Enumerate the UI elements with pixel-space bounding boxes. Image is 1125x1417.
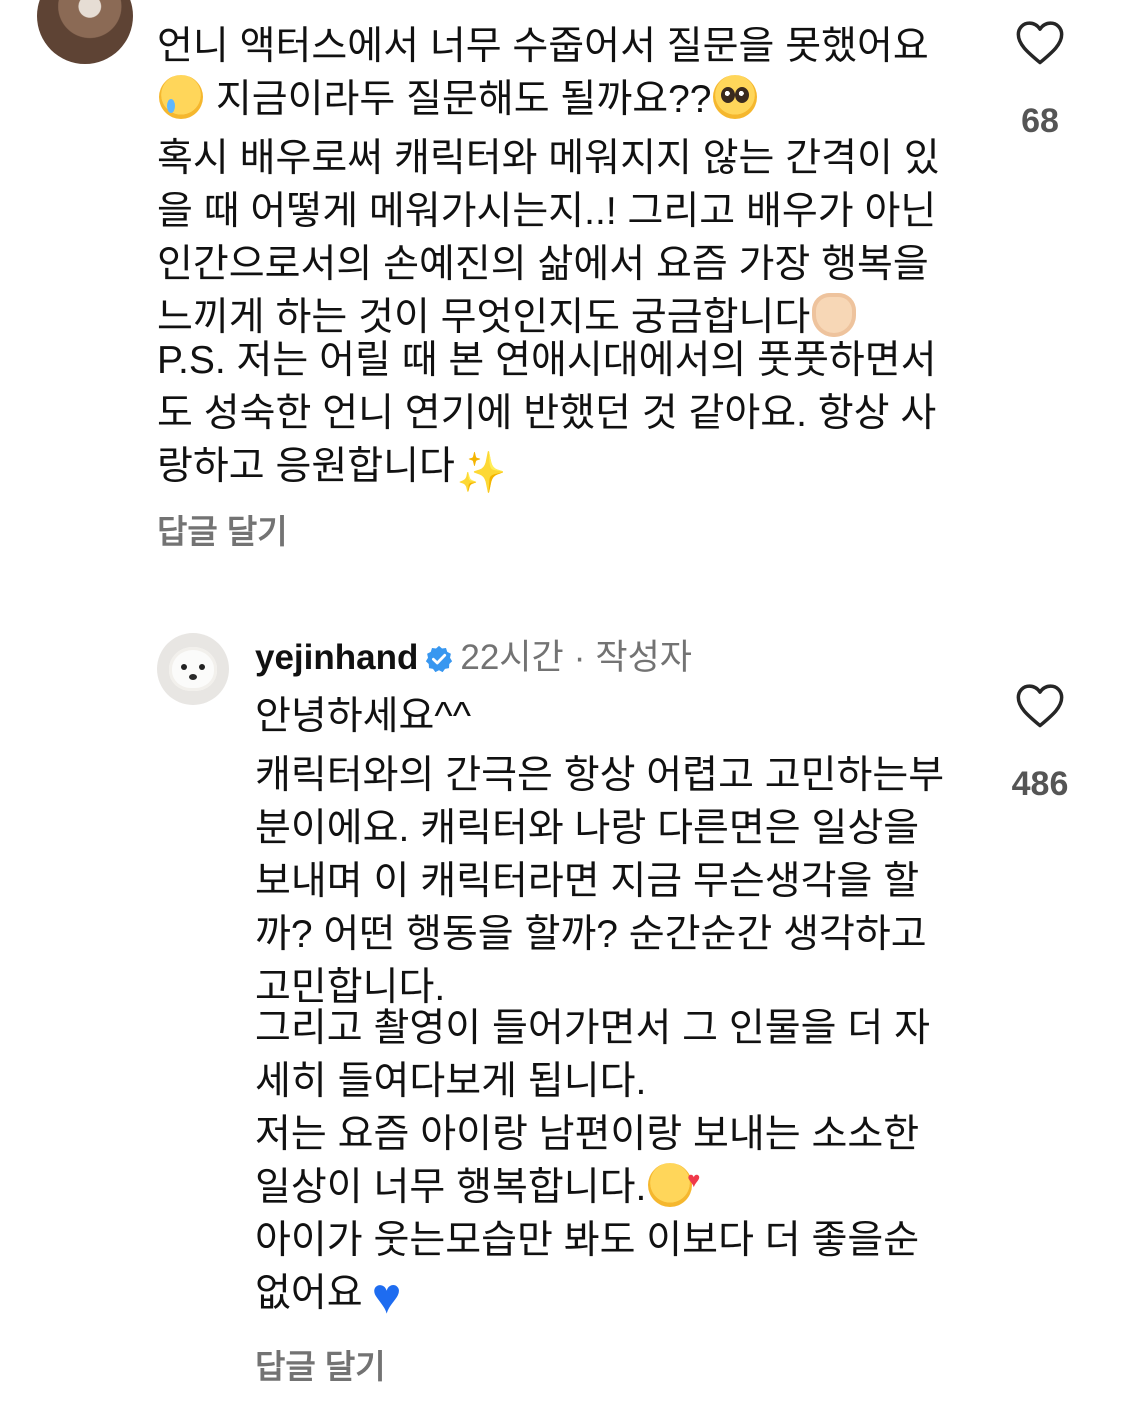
author-badge: 작성자 <box>595 638 692 677</box>
reply-text: 저는 요즘 아이랑 남편이랑 보내는 소소한 일상이 너무 행복합니다. 아이가… <box>255 1108 920 1324</box>
like-count: 68 <box>1021 102 1059 140</box>
comment-line: 도 성숙한 언니 연기에 반했던 것 같아요. 항상 사 <box>157 392 937 435</box>
separator: · <box>573 638 586 677</box>
comment-line: 을 때 어떻게 메워가시는지..! 그리고 배우가 아닌 <box>157 190 937 233</box>
reply-text: 캐릭터와의 간극은 항상 어렵고 고민하는부 분이에요. 캐릭터와 나랑 다른면… <box>255 749 944 1014</box>
comment-line: 언니 액터스에서 너무 수줍어서 질문을 못했어요 <box>157 25 929 68</box>
reply-line: 저는 요즘 아이랑 남편이랑 보내는 소소한 <box>255 1113 920 1156</box>
timestamp: 22시간 <box>460 638 564 677</box>
crying-face-emoji-icon <box>159 75 203 119</box>
reply-text: 안녕하세요^^ <box>255 690 471 743</box>
heart-icon[interactable] <box>1014 18 1066 66</box>
dog-avatar-icon <box>169 647 217 691</box>
pleading-face-emoji-icon <box>713 75 758 119</box>
eye-icon <box>199 664 205 670</box>
reply-meta: yejinhand 22시간 · 작성자 <box>255 636 692 680</box>
comment-line-with-emoji: 지금이라두 질문해도 될까요?? <box>157 73 929 126</box>
comment-text: P.S. 저는 어릴 때 본 연애시대에서의 풋풋하면서 도 성숙한 언니 연기… <box>157 334 937 495</box>
like-group: 68 <box>1010 18 1070 141</box>
reply-line: 아이가 웃는모습만 봐도 이보다 더 좋을순 <box>255 1219 920 1262</box>
reply-line: 캐릭터와의 간극은 항상 어렵고 고민하는부 <box>255 754 945 797</box>
reply-line: 보내며 이 캐릭터라면 지금 무슨생각을 할 <box>255 860 920 903</box>
eye-icon <box>181 664 187 670</box>
reply-line: 분이에요. 캐릭터와 나랑 다른면은 일상을 <box>255 807 920 850</box>
reply-line: 까? 어떤 행동을 할까? 순간순간 생각하고 <box>255 913 927 956</box>
comment-line: 지금이라두 질문해도 될까요?? <box>215 78 712 121</box>
sparkles-emoji-icon: ✨ <box>456 451 507 495</box>
comment-line: 인간으로서의 손예진의 삶에서 요즘 가장 행복을 <box>157 243 929 286</box>
comment-line: P.S. 저는 어릴 때 본 연애시대에서의 풋풋하면서 <box>157 339 937 382</box>
reply-line-with-emoji: 일상이 너무 행복합니다. <box>255 1153 919 1214</box>
comment-line: 혹시 배우로써 캐릭터와 메워지지 않는 간격이 있 <box>157 137 940 180</box>
like-group: 486 <box>1010 681 1070 804</box>
comment-text: 혹시 배우로써 캐릭터와 메워지지 않는 간격이 있 을 때 어떻게 메워가시는… <box>157 132 940 344</box>
username-link[interactable]: yejinhand <box>255 638 418 677</box>
comment-line: 랑하고 응원합니다 <box>157 445 455 488</box>
comment-line-with-emoji: 랑하고 응원합니다✨ <box>157 440 937 495</box>
reply-line: 일상이 너무 행복합니다. <box>255 1166 647 1209</box>
avatar[interactable] <box>37 0 133 64</box>
comment-line: 느끼게 하는 것이 무엇인지도 궁금합니다 <box>157 296 811 339</box>
reply-line: 없어요 <box>255 1272 363 1315</box>
reply-line: 그리고 촬영이 들어가면서 그 인물을 더 자 <box>255 1007 930 1050</box>
verified-badge-icon <box>426 645 453 673</box>
like-count: 486 <box>1011 765 1069 803</box>
blue-heart-emoji-icon: ♥ <box>371 1268 402 1324</box>
comment-text: 언니 액터스에서 너무 수줍어서 질문을 못했어요 지금이라두 질문해도 될까요… <box>157 20 929 126</box>
avatar[interactable] <box>157 633 229 705</box>
reply-line: 안녕하세요^^ <box>255 695 472 738</box>
smiling-face-with-hearts-emoji-icon <box>648 1153 700 1207</box>
heart-hands-emoji-icon <box>812 293 857 337</box>
reply-text: 그리고 촬영이 들어가면서 그 인물을 더 자 세히 들여다보게 됩니다. <box>255 1002 930 1108</box>
reply-button[interactable]: 답글 달기 <box>255 1340 386 1388</box>
reply-line: 세히 들여다보게 됩니다. <box>255 1060 647 1103</box>
reply-line-with-emoji: 없어요 ♥ <box>255 1267 919 1324</box>
heart-icon[interactable] <box>1014 681 1066 729</box>
reply-button[interactable]: 답글 달기 <box>157 505 288 553</box>
nose-icon <box>189 674 197 680</box>
